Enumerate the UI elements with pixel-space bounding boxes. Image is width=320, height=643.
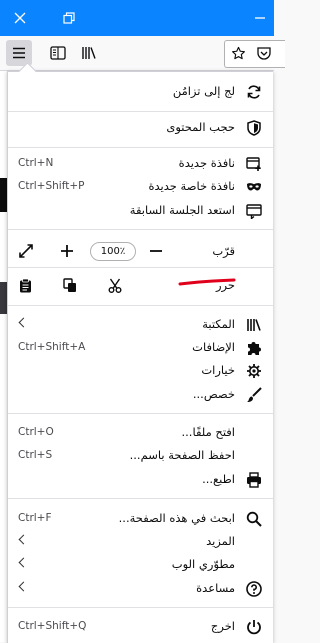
menu-item-label: احفظ الصفحة باسم... bbox=[129, 448, 235, 462]
restore-window-icon[interactable] bbox=[58, 7, 80, 29]
library-icon bbox=[245, 316, 263, 334]
zoom-reset-button[interactable]: 100٪ bbox=[90, 242, 136, 261]
menu-item-print[interactable]: اطبع... bbox=[8, 469, 273, 491]
shortcut-text: Ctrl+N bbox=[18, 157, 54, 169]
edit-controls: حرر bbox=[8, 271, 273, 301]
menu-item-label: خصص... bbox=[192, 387, 235, 401]
menu-item-addons[interactable]: الإضافات Ctrl+Shift+A bbox=[8, 337, 273, 359]
shortcut-text: Ctrl+Shift+P bbox=[18, 180, 85, 192]
menu-item-options[interactable]: خيارات bbox=[8, 360, 273, 382]
menu-separator bbox=[8, 498, 273, 499]
chevron-left-icon bbox=[18, 317, 29, 328]
page-content-edge bbox=[0, 71, 7, 642]
shortcut-text: Ctrl+O bbox=[18, 426, 54, 438]
paste-icon bbox=[20, 278, 31, 293]
help-icon bbox=[245, 580, 263, 598]
menu-item-label: مطوّري الوب bbox=[171, 557, 235, 571]
chevron-left-icon bbox=[18, 534, 29, 545]
chevron-left-icon bbox=[18, 581, 29, 592]
menu-separator bbox=[8, 229, 273, 230]
hamburger-icon bbox=[13, 47, 25, 59]
cut-button[interactable] bbox=[108, 278, 122, 293]
copy-button[interactable] bbox=[63, 278, 77, 293]
zoom-controls: 100٪ قرّب bbox=[8, 235, 273, 267]
menu-item-label: لج إلى تزامُن bbox=[172, 84, 235, 98]
private-mask-icon bbox=[245, 178, 263, 196]
navigation-toolbar bbox=[0, 36, 285, 71]
menu-item-label: حجب المحتوى bbox=[166, 120, 235, 134]
printer-icon bbox=[245, 471, 263, 489]
shortcut-text: Ctrl+Shift+A bbox=[18, 341, 86, 353]
paintbrush-icon bbox=[245, 386, 263, 404]
search-icon bbox=[245, 510, 263, 528]
title-bar bbox=[0, 0, 274, 36]
plus-icon bbox=[61, 245, 73, 257]
menu-separator bbox=[8, 305, 273, 306]
minimize-icon[interactable] bbox=[249, 7, 271, 29]
menu-item-quit[interactable]: اخرج Ctrl+Shift+Q bbox=[8, 616, 273, 638]
url-bar[interactable] bbox=[224, 40, 285, 68]
menu-item-label: الإضافات bbox=[192, 340, 235, 354]
sidebar-button[interactable] bbox=[45, 40, 71, 66]
menu-item-label: اخرج bbox=[210, 619, 235, 633]
close-icon[interactable] bbox=[9, 7, 31, 29]
menu-separator bbox=[8, 111, 273, 112]
menu-item-restore-session[interactable]: استعد الجلسة السابقة bbox=[8, 200, 273, 222]
menu-item-label: خيارات bbox=[201, 363, 235, 377]
menu-separator bbox=[8, 607, 273, 608]
zoom-in-button[interactable] bbox=[60, 244, 74, 258]
app-menu-panel: لج إلى تزامُن حجب المحتوى نافذة جديدة Ct… bbox=[7, 62, 273, 643]
menu-separator bbox=[8, 267, 273, 268]
annotation-underline bbox=[178, 278, 236, 286]
menu-item-help[interactable]: مساعدة bbox=[8, 578, 273, 600]
menu-item-new-private-window[interactable]: نافذة خاصة جديدة Ctrl+Shift+P bbox=[8, 176, 273, 198]
restore-session-icon bbox=[245, 202, 263, 220]
menu-item-label: المكتبة bbox=[202, 317, 235, 331]
gear-icon bbox=[245, 362, 263, 380]
menu-item-label: المزيد bbox=[206, 534, 235, 548]
library-toolbar-button[interactable] bbox=[76, 40, 102, 66]
chevron-left-icon bbox=[18, 557, 29, 568]
menu-item-more[interactable]: المزيد bbox=[8, 531, 273, 553]
menu-item-customize[interactable]: خصص... bbox=[8, 384, 273, 406]
shortcut-text: Ctrl+Shift+Q bbox=[18, 620, 87, 632]
zoom-label: قرّب bbox=[212, 244, 235, 258]
menu-item-label: نافذة خاصة جديدة bbox=[148, 179, 235, 193]
shortcut-text: Ctrl+F bbox=[18, 512, 52, 524]
menu-item-library[interactable]: المكتبة bbox=[8, 314, 273, 336]
menu-item-label: افتح ملفًا... bbox=[181, 425, 236, 439]
pocket-icon[interactable] bbox=[256, 46, 272, 61]
menu-item-label: ابحث في هذه الصفحة... bbox=[118, 511, 235, 525]
scissors-icon bbox=[108, 278, 122, 293]
menu-item-label: نافذة جديدة bbox=[178, 156, 235, 170]
sidebar-icon bbox=[50, 46, 66, 60]
menu-item-open-file[interactable]: افتح ملفًا... Ctrl+O bbox=[8, 422, 273, 444]
paste-button[interactable] bbox=[19, 278, 32, 293]
menu-separator bbox=[8, 413, 273, 414]
menu-item-sync[interactable]: لج إلى تزامُن bbox=[8, 81, 273, 103]
menu-item-new-window[interactable]: نافذة جديدة Ctrl+N bbox=[8, 153, 273, 175]
shortcut-text: Ctrl+S bbox=[18, 449, 53, 461]
fullscreen-icon[interactable] bbox=[19, 244, 33, 258]
menu-separator bbox=[8, 147, 273, 148]
bookmark-star-icon[interactable] bbox=[231, 46, 246, 61]
menu-item-label: استعد الجلسة السابقة bbox=[129, 203, 235, 217]
copy-icon bbox=[63, 278, 76, 292]
sync-icon bbox=[245, 83, 263, 101]
menu-item-find[interactable]: ابحث في هذه الصفحة... Ctrl+F bbox=[8, 508, 273, 530]
menu-item-content-blocking[interactable]: حجب المحتوى bbox=[8, 117, 273, 139]
page-dark-block bbox=[0, 282, 7, 314]
menu-item-label: مساعدة bbox=[196, 581, 235, 595]
shield-icon bbox=[245, 119, 263, 137]
puzzle-piece-icon bbox=[245, 339, 263, 357]
new-window-icon bbox=[245, 155, 263, 173]
menu-item-save-page[interactable]: احفظ الصفحة باسم... Ctrl+S bbox=[8, 445, 273, 467]
menu-item-label: اطبع... bbox=[202, 472, 235, 486]
power-icon bbox=[245, 618, 263, 636]
menu-item-web-developer[interactable]: مطوّري الوب bbox=[8, 554, 273, 576]
page-dark-block bbox=[0, 178, 7, 212]
minus-icon bbox=[150, 250, 162, 252]
zoom-out-button[interactable] bbox=[149, 244, 163, 258]
library-icon bbox=[82, 47, 96, 59]
